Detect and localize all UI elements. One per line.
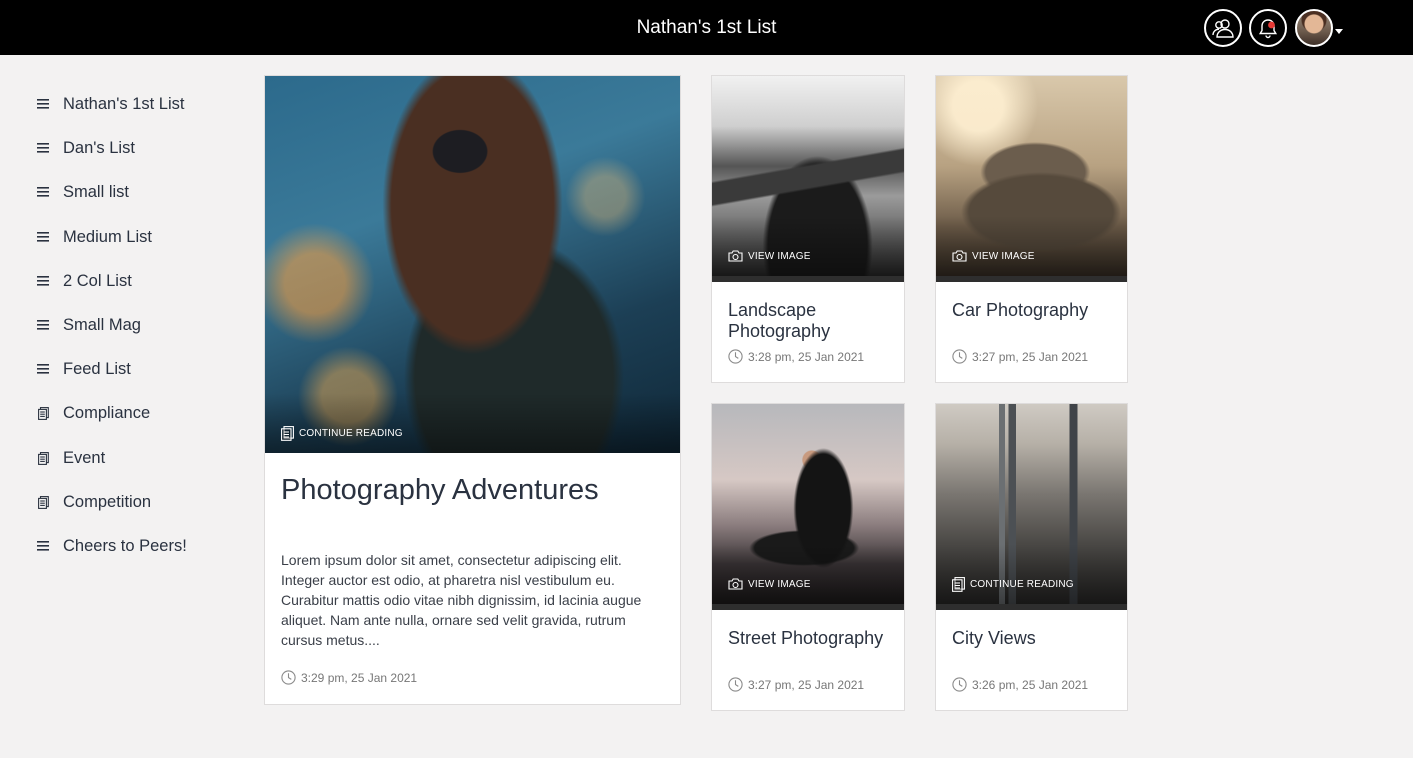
- card-title[interactable]: Street Photography: [728, 628, 890, 649]
- chevron-down-icon[interactable]: [1335, 29, 1343, 34]
- sidebar-item-label: Feed List: [63, 359, 131, 378]
- image-shade: [712, 216, 904, 276]
- sidebar-item-compliance[interactable]: Compliance: [36, 401, 150, 425]
- sidebar-item-nathans-1st-list[interactable]: Nathan's 1st List: [36, 92, 184, 116]
- list-icon: [36, 230, 50, 244]
- overlay-label: VIEW IMAGE: [748, 250, 811, 262]
- article-card-car-photography[interactable]: VIEW IMAGE Car Photography 3:27 pm, 25 J…: [935, 75, 1128, 383]
- image-bottom-strip: [712, 276, 904, 282]
- avatar[interactable]: [1295, 9, 1333, 47]
- bell-icon: [1258, 19, 1278, 39]
- list-icon: [36, 141, 50, 155]
- sidebar-item-competition[interactable]: Competition: [36, 490, 151, 514]
- document-icon: [36, 495, 50, 509]
- continue-reading-link[interactable]: CONTINUE READING: [952, 577, 1074, 592]
- clock-icon: [952, 349, 967, 364]
- card-timestamp: 3:26 pm, 25 Jan 2021: [952, 677, 1088, 692]
- view-image-link[interactable]: VIEW IMAGE: [728, 578, 811, 590]
- top-bar: Nathan's 1st List: [0, 0, 1413, 55]
- document-icon: [952, 577, 965, 592]
- overlay-label: CONTINUE READING: [299, 428, 403, 439]
- list-icon: [36, 97, 50, 111]
- card-excerpt: Lorem ipsum dolor sit amet, consectetur …: [281, 552, 642, 648]
- page-title: Nathan's 1st List: [636, 17, 777, 38]
- sidebar-item-small-list[interactable]: Small list: [36, 180, 129, 204]
- view-image-link[interactable]: VIEW IMAGE: [952, 250, 1035, 262]
- article-card-landscape-photography[interactable]: VIEW IMAGE Landscape Photography 3:28 pm…: [711, 75, 905, 383]
- document-icon: [281, 426, 294, 441]
- image-shade: [936, 216, 1127, 276]
- clock-icon: [728, 677, 743, 692]
- image-bottom-strip: [712, 604, 904, 610]
- sidebar-item-label: 2 Col List: [63, 271, 132, 290]
- sidebar-item-label: Dan's List: [63, 138, 135, 157]
- sidebar-item-medium-list[interactable]: Medium List: [36, 225, 152, 249]
- card-title[interactable]: Landscape Photography: [728, 300, 890, 342]
- clock-icon: [281, 670, 296, 685]
- list-icon: [36, 318, 50, 332]
- list-icon: [36, 362, 50, 376]
- card-title[interactable]: Photography Adventures: [281, 473, 666, 507]
- sidebar-item-label: Compliance: [63, 403, 151, 422]
- card-timestamp: 3:28 pm, 25 Jan 2021: [728, 349, 864, 364]
- sidebar-item-event[interactable]: Event: [36, 446, 105, 470]
- card-title[interactable]: City Views: [952, 628, 1113, 649]
- notifications-button[interactable]: [1249, 9, 1287, 47]
- sidebar-item-dans-list[interactable]: Dan's List: [36, 136, 135, 160]
- clock-icon: [952, 677, 967, 692]
- sidebar-item-label: Small Mag: [63, 315, 141, 334]
- sidebar-item-label: Medium List: [63, 227, 152, 246]
- view-image-link[interactable]: VIEW IMAGE: [728, 250, 811, 262]
- camera-icon: [952, 250, 967, 262]
- sidebar-item-label: Competition: [63, 492, 152, 511]
- image-bottom-strip: [936, 604, 1127, 610]
- image-bottom-strip: [936, 276, 1127, 282]
- users-icon: [1212, 19, 1234, 38]
- article-card-city-views[interactable]: CONTINUE READING City Views 3:26 pm, 25 …: [935, 403, 1128, 711]
- card-title[interactable]: Car Photography: [952, 300, 1113, 321]
- list-icon: [36, 539, 50, 553]
- article-card-street-photography[interactable]: VIEW IMAGE Street Photography 3:27 pm, 2…: [711, 403, 905, 711]
- card-timestamp: 3:29 pm, 25 Jan 2021: [281, 670, 417, 685]
- image-shade: [712, 544, 904, 604]
- sidebar-item-small-mag[interactable]: Small Mag: [36, 313, 141, 337]
- sidebar-item-label: Nathan's 1st List: [63, 94, 185, 113]
- users-button[interactable]: [1204, 9, 1242, 47]
- sidebar-item-label: Small list: [63, 182, 130, 201]
- sidebar-item-2-col-list[interactable]: 2 Col List: [36, 269, 132, 293]
- sidebar-item-cheers-to-peers[interactable]: Cheers to Peers!: [36, 534, 187, 558]
- card-timestamp: 3:27 pm, 25 Jan 2021: [952, 349, 1088, 364]
- overlay-label: CONTINUE READING: [970, 579, 1074, 590]
- image-shade: [936, 544, 1127, 604]
- notification-dot: [1268, 21, 1275, 29]
- camera-icon: [728, 578, 743, 590]
- continue-reading-link[interactable]: CONTINUE READING: [281, 426, 403, 441]
- overlay-label: VIEW IMAGE: [748, 578, 811, 590]
- sidebar-item-label: Cheers to Peers!: [63, 536, 187, 555]
- article-card-photography-adventures[interactable]: CONTINUE READING Photography Adventures …: [264, 75, 681, 705]
- overlay-label: VIEW IMAGE: [972, 250, 1035, 262]
- card-timestamp: 3:27 pm, 25 Jan 2021: [728, 677, 864, 692]
- list-icon: [36, 185, 50, 199]
- list-icon: [36, 274, 50, 288]
- camera-icon: [728, 250, 743, 262]
- clock-icon: [728, 349, 743, 364]
- document-icon: [36, 451, 50, 465]
- document-icon: [36, 406, 50, 420]
- sidebar-item-feed-list[interactable]: Feed List: [36, 357, 131, 381]
- image-shade: [265, 393, 680, 453]
- sidebar-item-label: Event: [63, 448, 106, 467]
